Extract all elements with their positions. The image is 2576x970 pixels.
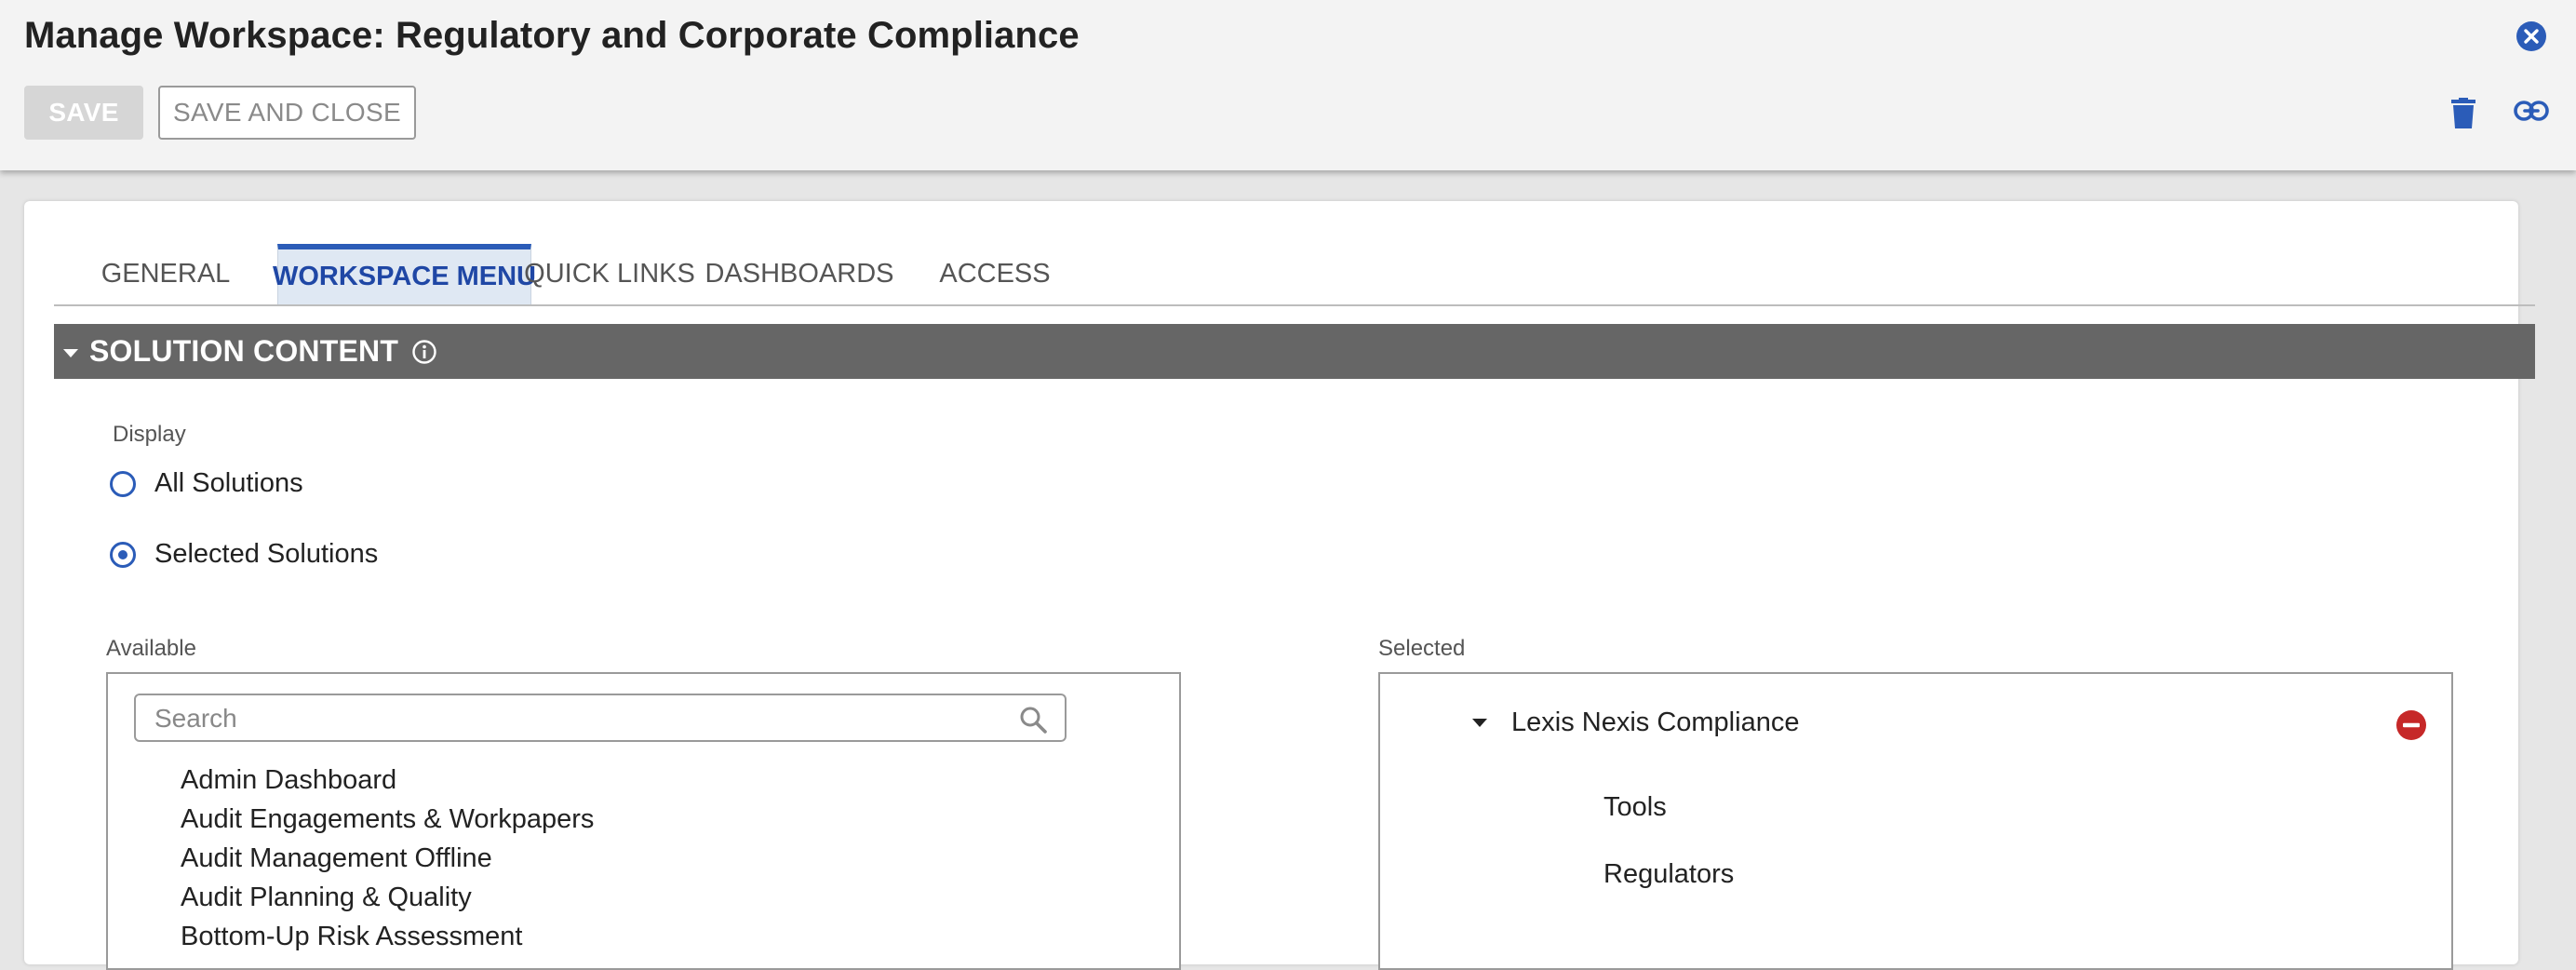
save-button[interactable]: SAVE [24,86,143,140]
radio-label: Selected Solutions [154,539,379,569]
caret-down-icon[interactable] [63,349,78,357]
link-icon[interactable] [2514,99,2549,123]
remove-circle-icon[interactable] [2395,709,2427,741]
list-item[interactable]: Audit Planning & Quality [181,882,472,913]
search-box [134,694,1067,742]
tab-access[interactable]: ACCESS [911,244,1079,304]
section-title: SOLUTION CONTENT [89,334,399,368]
selected-tree-node[interactable]: Lexis Nexis Compliance [1472,707,1799,738]
radio-button[interactable] [110,541,136,568]
radio-label: All Solutions [154,468,303,498]
search-icon[interactable] [1018,705,1048,734]
tree-child-item[interactable]: Regulators [1603,859,1734,890]
caret-down-icon[interactable] [1472,719,1487,727]
section-header-solution-content[interactable]: SOLUTION CONTENT [54,324,2535,379]
save-and-close-button[interactable]: SAVE AND CLOSE [158,86,416,140]
display-label: Display [113,422,186,447]
page-title: Manage Workspace: Regulatory and Corpora… [24,15,1080,56]
list-item[interactable]: Audit Engagements & Workpapers [181,804,594,835]
search-input[interactable] [153,701,994,736]
available-label: Available [106,636,196,661]
radio-all-solutions[interactable]: All Solutions [110,468,303,499]
info-icon[interactable] [411,339,437,365]
header: Manage Workspace: Regulatory and Corpora… [0,0,2576,170]
tab-bar: GENERAL WORKSPACE MENU QUICK LINKS DASHB… [54,244,2535,306]
tab-quick-links[interactable]: QUICK LINKS [524,244,695,304]
radio-button[interactable] [110,470,136,497]
selected-label: Selected [1378,636,1466,661]
trash-icon[interactable] [2450,98,2476,129]
list-item[interactable]: Admin Dashboard [181,765,396,796]
list-item[interactable]: Bottom-Up Risk Assessment [181,922,522,952]
tab-general[interactable]: GENERAL [54,244,277,304]
tree-node-label: Lexis Nexis Compliance [1511,707,1800,737]
radio-selected-solutions[interactable]: Selected Solutions [110,539,378,570]
tree-child-item[interactable]: Tools [1603,792,1667,823]
tab-workspace-menu[interactable]: WORKSPACE MENU [273,244,536,304]
close-circle-icon[interactable] [2516,20,2547,52]
list-item[interactable]: Audit Management Offline [181,843,492,874]
tab-dashboards[interactable]: DASHBOARDS [688,244,911,304]
